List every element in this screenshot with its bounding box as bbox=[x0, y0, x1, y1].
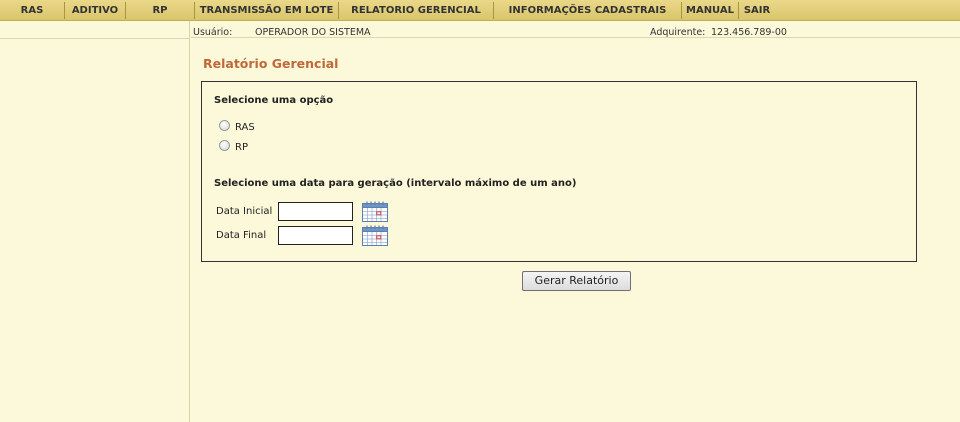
user-label: Usuário: bbox=[193, 27, 233, 38]
user-info-bar: Usuário: OPERADOR DO SISTEMA Adquirente:… bbox=[191, 21, 960, 38]
option-heading: Selecione uma opção bbox=[214, 95, 334, 106]
option-ras[interactable]: RAS bbox=[219, 118, 255, 133]
sidebar-divider bbox=[0, 38, 190, 39]
menu-item-relatorio-gerencial[interactable]: RELATORIO GERENCIAL bbox=[339, 0, 493, 21]
start-date-row: Data Inicial bbox=[216, 201, 388, 222]
generate-report-button[interactable]: Gerar Relatório bbox=[522, 271, 631, 291]
acquirer-label: Adquirente: bbox=[650, 27, 706, 38]
main-menu-bar: RAS ADITIVO RP TRANSMISSÃO EM LOTE RELAT… bbox=[0, 0, 960, 21]
option-rp[interactable]: RP bbox=[219, 138, 248, 153]
menu-item-ras[interactable]: RAS bbox=[0, 0, 64, 21]
left-sidebar bbox=[0, 21, 190, 422]
acquirer-id: 123.456.789-00 bbox=[711, 27, 787, 38]
end-date-label: Data Final bbox=[216, 229, 267, 241]
start-date-label: Data Inicial bbox=[216, 205, 273, 217]
menu-divider bbox=[738, 2, 739, 19]
report-form-panel: Selecione uma opção RAS RP Selecione uma… bbox=[201, 81, 917, 262]
menu-item-rp[interactable]: RP bbox=[126, 0, 194, 21]
menu-item-sair[interactable]: SAIR bbox=[740, 0, 774, 21]
calendar-icon[interactable] bbox=[362, 201, 388, 222]
page-title: Relatório Gerencial bbox=[203, 56, 339, 71]
menu-item-aditivo[interactable]: ADITIVO bbox=[65, 0, 125, 21]
radio-ras[interactable] bbox=[219, 119, 230, 131]
radio-rp[interactable] bbox=[219, 139, 230, 151]
date-heading: Selecione uma data para geração (interva… bbox=[214, 178, 577, 189]
menu-item-manual[interactable]: MANUAL bbox=[682, 0, 738, 21]
radio-ras-label: RAS bbox=[235, 122, 255, 133]
menu-item-informacoes-cadastrais[interactable]: INFORMAÇÕES CADASTRAIS bbox=[494, 0, 681, 21]
end-date-input[interactable] bbox=[278, 225, 353, 245]
user-name: OPERADOR DO SISTEMA bbox=[255, 27, 371, 38]
calendar-icon[interactable] bbox=[362, 225, 388, 246]
end-date-row: Data Final bbox=[216, 225, 388, 246]
radio-rp-label: RP bbox=[235, 142, 248, 153]
menu-item-transmissao-em-lote[interactable]: TRANSMISSÃO EM LOTE bbox=[195, 0, 338, 21]
start-date-input[interactable] bbox=[278, 201, 353, 221]
